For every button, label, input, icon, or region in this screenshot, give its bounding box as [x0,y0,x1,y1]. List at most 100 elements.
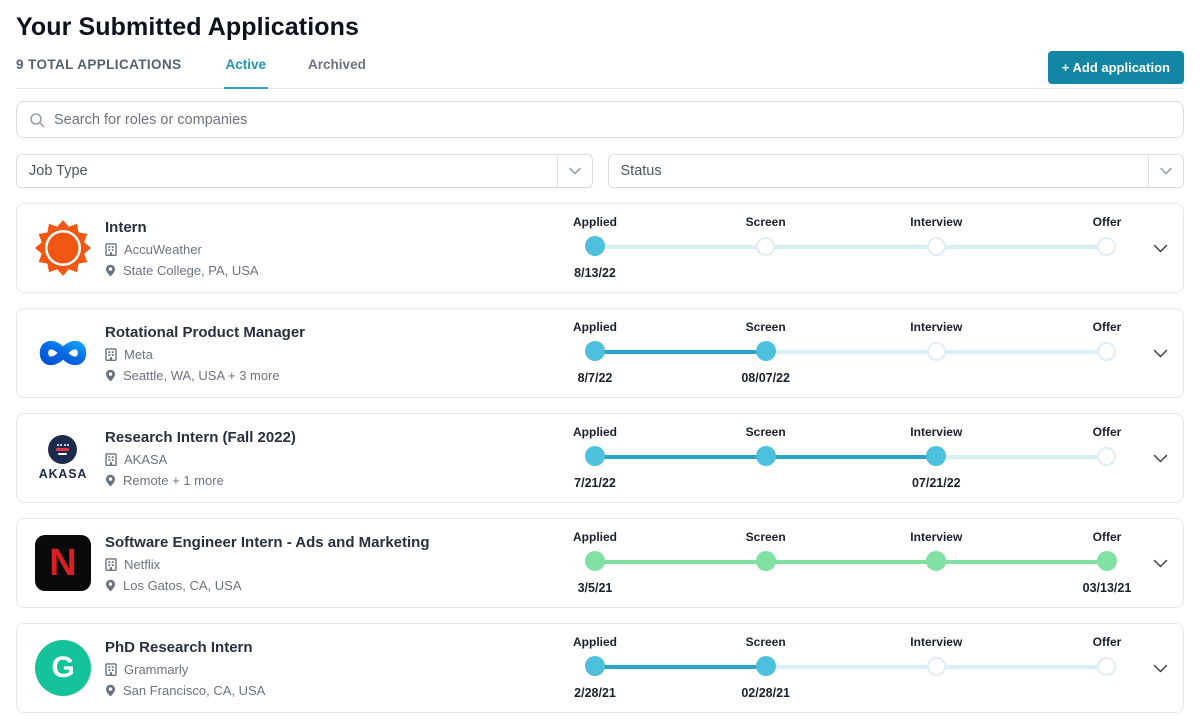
role-title: Rotational Product Manager [105,324,545,341]
search-input[interactable] [54,112,1171,128]
timeline-stage: Applied 8/13/22 [555,211,635,285]
chevron-down-icon[interactable] [557,155,592,187]
akasa-wordmark: AKASA [39,467,87,481]
stage-dot [927,342,946,361]
timeline-stages: Applied 8/7/22 Screen 08/07/22 Interview… [555,316,1147,390]
location-row: State College, PA, USA [105,263,545,278]
stage-dot [756,551,776,571]
stage-label: Interview [910,530,962,545]
stage-dot [585,446,605,466]
stage-date: 03/13/21 [1083,581,1132,596]
application-card[interactable]: G PhD Research Intern Grammarly San Fran… [16,623,1184,713]
stage-label: Screen [746,320,786,335]
chevron-down-icon[interactable] [1148,155,1183,187]
stage-label: Offer [1093,425,1122,440]
application-card[interactable]: Intern AccuWeather State College, PA, US… [16,203,1184,293]
location-row: Seattle, WA, USA + 3 more [105,368,545,383]
timeline-stage: Screen [726,526,806,600]
stage-dot [585,551,605,571]
page: Your Submitted Applications 9 TOTAL APPL… [0,13,1200,713]
timeline-stage: Interview [896,631,976,705]
stage-dot [1097,551,1117,571]
timeline-stage: Interview [896,526,976,600]
company-logo: G [35,640,91,696]
stage-dot [926,446,946,466]
application-timeline: Applied 7/21/22 Screen Interview 07/21/2… [555,421,1147,495]
stage-dot [585,236,605,256]
application-info: Intern AccuWeather State College, PA, US… [105,219,555,278]
application-info: Research Intern (Fall 2022) AKASA Remote… [105,429,555,488]
status-filter[interactable]: Status [608,154,1185,188]
building-icon [105,243,117,256]
company-row: Meta [105,347,545,362]
stage-date: 3/5/21 [578,581,613,596]
company-logo: AKASA [35,430,91,486]
role-title: Software Engineer Intern - Ads and Marke… [105,534,545,551]
company-row: AKASA [105,452,545,467]
stage-dot [585,341,605,361]
stage-dot [1097,237,1116,256]
expand-card-chevron-down-icon[interactable] [1147,518,1173,608]
application-timeline: Applied 8/13/22 Screen Interview Offer [555,211,1147,285]
location-pin-icon [105,369,116,382]
timeline-stage: Offer [1067,631,1147,705]
page-title: Your Submitted Applications [16,13,1184,42]
application-card[interactable]: AKASA Research Intern (Fall 2022) AKASA [16,413,1184,503]
timeline-stages: Applied 8/13/22 Screen Interview Offer [555,211,1147,285]
company-name: AccuWeather [124,242,202,257]
stage-dot [1097,447,1116,466]
location-pin-icon [105,684,116,697]
job-type-filter[interactable]: Job Type [16,154,593,188]
stage-dot [756,341,776,361]
timeline-stage: Offer [1067,211,1147,285]
stage-label: Applied [573,530,617,545]
location-text: Seattle, WA, USA + 3 more [123,368,280,383]
timeline-stages: Applied 2/28/21 Screen 02/28/21 Intervie… [555,631,1147,705]
timeline-stages: Applied 7/21/22 Screen Interview 07/21/2… [555,421,1147,495]
stage-label: Screen [746,425,786,440]
timeline-stage: Offer 03/13/21 [1067,526,1147,600]
company-logo [35,325,91,381]
location-pin-icon [105,264,116,277]
role-title: PhD Research Intern [105,639,545,656]
expand-card-chevron-down-icon[interactable] [1147,203,1173,293]
location-row: Remote + 1 more [105,473,545,488]
timeline-stage: Applied 2/28/21 [555,631,635,705]
building-icon [105,348,117,361]
tab-active[interactable]: Active [224,47,269,89]
job-type-filter-label: Job Type [29,163,88,179]
expand-card-chevron-down-icon[interactable] [1147,308,1173,398]
location-row: San Francisco, CA, USA [105,683,545,698]
timeline-stage: Interview [896,316,976,390]
expand-card-chevron-down-icon[interactable] [1147,413,1173,503]
application-info: Rotational Product Manager Meta Seattle,… [105,324,555,383]
company-row: Netflix [105,557,545,572]
location-pin-icon [105,579,116,592]
application-info: PhD Research Intern Grammarly San Franci… [105,639,555,698]
header-left: 9 TOTAL APPLICATIONS Active Archived [16,47,368,88]
timeline-stage: Applied 3/5/21 [555,526,635,600]
timeline-stage: Interview 07/21/22 [896,421,976,495]
application-timeline: Applied 3/5/21 Screen Interview Offer [555,526,1147,600]
expand-card-chevron-down-icon[interactable] [1147,623,1173,713]
building-icon [105,453,117,466]
stage-dot [756,656,776,676]
application-card[interactable]: Rotational Product Manager Meta Seattle,… [16,308,1184,398]
search-box [16,101,1184,138]
application-card[interactable]: N Software Engineer Intern - Ads and Mar… [16,518,1184,608]
stage-date: 7/21/22 [574,476,616,491]
stage-date: 02/28/21 [741,686,790,701]
stage-label: Interview [910,215,962,230]
role-title: Intern [105,219,545,236]
add-application-button[interactable]: + Add application [1048,51,1184,84]
grammarly-logo: G [35,640,91,696]
search-icon [29,112,45,128]
location-text: Remote + 1 more [123,473,224,488]
filter-row: Job Type Status [16,154,1184,188]
company-row: Grammarly [105,662,545,677]
tab-archived[interactable]: Archived [306,47,368,88]
stage-dot [1097,342,1116,361]
stage-label: Applied [573,215,617,230]
stage-dot [756,237,775,256]
timeline-stages: Applied 3/5/21 Screen Interview Offer [555,526,1147,600]
